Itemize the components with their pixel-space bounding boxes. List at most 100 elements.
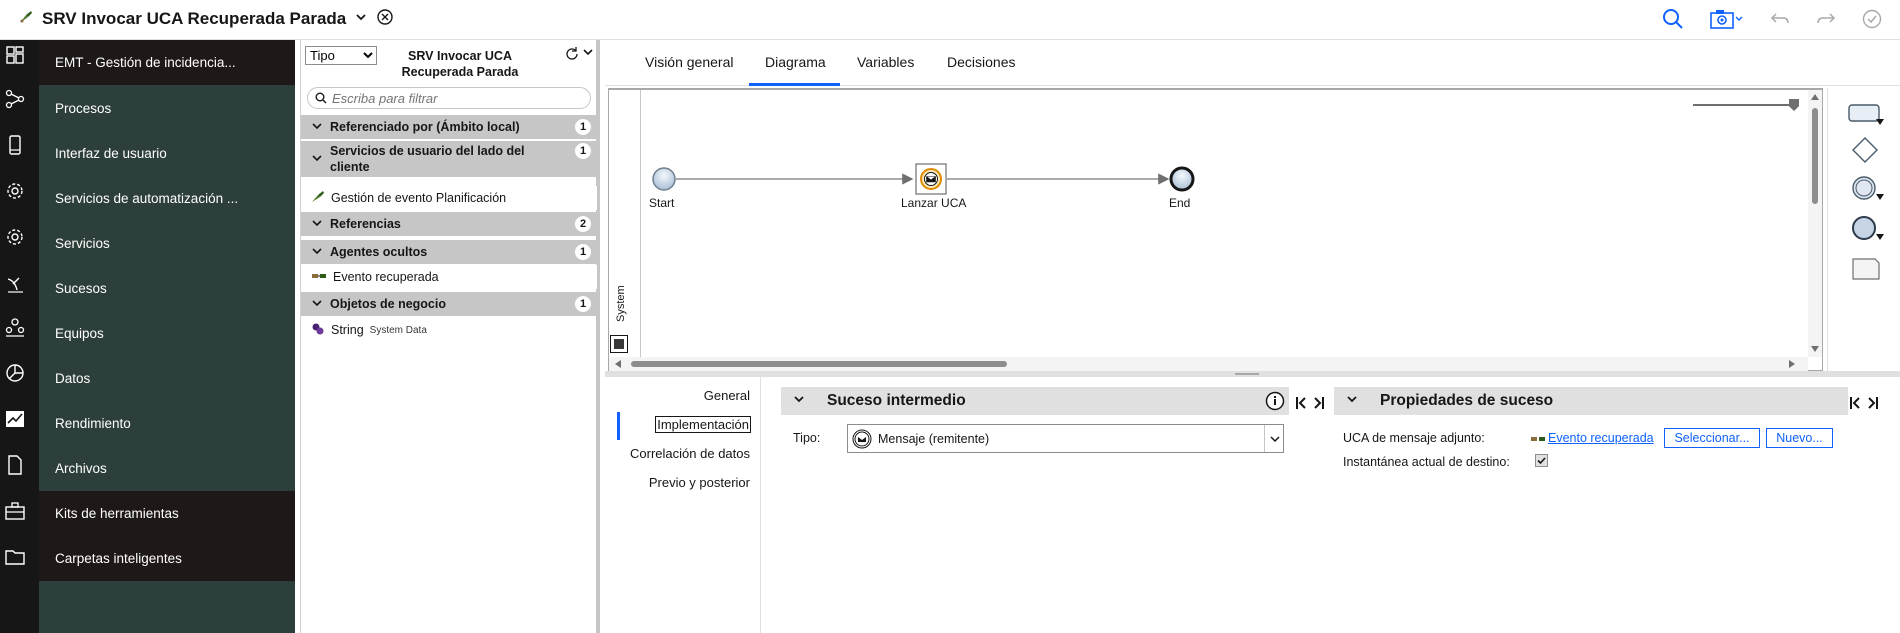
data-pie-icon[interactable]	[4, 362, 26, 384]
scroll-left-arrow[interactable]	[615, 360, 621, 368]
count-badge: 2	[575, 216, 591, 232]
nav-item-label: Sucesos	[55, 281, 107, 296]
library-panel: Tipo SRV Invocar UCA Recuperada Parada R…	[300, 40, 600, 633]
intermediate-event-header[interactable]: Suceso intermedio	[781, 387, 1289, 415]
panel-splitter[interactable]	[605, 371, 1900, 377]
chevron-down-icon	[311, 245, 323, 260]
ptab-previo[interactable]: Previo y posterior	[649, 475, 750, 490]
gateway-shape-icon[interactable]	[1851, 136, 1879, 167]
nav-item-equipos[interactable]: Equipos	[39, 311, 295, 356]
scroll-right-arrow[interactable]	[1789, 360, 1795, 368]
scroll-up-arrow[interactable]	[1811, 94, 1819, 100]
nav-item-carpetas[interactable]: Carpetas inteligentes	[39, 536, 295, 581]
nav-item-datos[interactable]: Datos	[39, 356, 295, 401]
end-event-shape-icon[interactable]	[1850, 216, 1886, 247]
horizontal-scroll-thumb[interactable]	[631, 361, 1007, 367]
close-icon[interactable]	[376, 8, 394, 29]
process-icon[interactable]	[4, 88, 26, 110]
undo-icon[interactable]	[1770, 10, 1790, 31]
section-referencias[interactable]: Referencias 2	[301, 212, 597, 236]
search-icon[interactable]	[1662, 8, 1684, 33]
checkmark-icon[interactable]	[1862, 9, 1882, 32]
section-servicios-cliente[interactable]: Servicios de usuario del lado del client…	[301, 141, 597, 177]
ptab-implementacion[interactable]: Implementación	[655, 416, 751, 433]
intermediate-event-shape-icon[interactable]	[1850, 176, 1886, 207]
snapshot-label: Instantánea actual de destino:	[1343, 455, 1510, 469]
library-header: Tipo SRV Invocar UCA Recuperada Parada	[301, 40, 597, 80]
ptab-general[interactable]: General	[704, 388, 750, 403]
list-item[interactable]: Evento recuperada	[301, 265, 597, 289]
nav-item-servicios[interactable]: Servicios	[39, 221, 295, 266]
chevron-down-icon[interactable]	[582, 46, 594, 61]
start-event-node[interactable]	[652, 167, 676, 191]
ptab-correlacion[interactable]: Correlación de datos	[630, 446, 750, 461]
file-icon[interactable]	[4, 454, 26, 476]
snapshot-checkbox[interactable]	[1535, 454, 1548, 467]
nav-item-label: Datos	[55, 371, 91, 386]
filter-input[interactable]	[332, 90, 582, 106]
horizontal-scrollbar[interactable]	[609, 357, 1808, 371]
scroll-down-arrow[interactable]	[1811, 346, 1819, 352]
services-gear-icon[interactable]	[4, 226, 26, 248]
nav-item-rendimiento[interactable]: Rendimiento	[39, 401, 295, 446]
nav-footer	[39, 581, 295, 633]
nav-item-label: Procesos	[55, 101, 112, 116]
tab-diagrama[interactable]: Diagrama	[765, 54, 826, 70]
nav-item-archivos[interactable]: Archivos	[39, 446, 295, 491]
section-agentes[interactable]: Agentes ocultos 1	[301, 240, 597, 264]
active-ptab-indicator	[617, 412, 620, 440]
dashboard-icon[interactable]	[4, 44, 26, 66]
refresh-icon[interactable]	[565, 46, 579, 63]
end-event-node[interactable]	[1169, 166, 1195, 192]
new-button[interactable]: Nuevo...	[1766, 428, 1833, 448]
tab-decisiones[interactable]: Decisiones	[947, 54, 1015, 70]
type-select[interactable]: Tipo	[305, 46, 377, 65]
collapse-panel-icon[interactable]	[1295, 395, 1325, 414]
folder-icon[interactable]	[4, 546, 26, 568]
note-shape-icon[interactable]	[1852, 258, 1880, 283]
snapshot-icon[interactable]	[1710, 9, 1744, 32]
performance-chart-icon[interactable]	[4, 408, 26, 430]
active-tab-indicator	[749, 83, 840, 86]
type-dropdown[interactable]: Mensaje (remitente)	[847, 424, 1284, 453]
nav-item-label: Archivos	[55, 461, 107, 476]
automation-gear-icon[interactable]	[4, 180, 26, 202]
chevron-down-icon[interactable]	[354, 10, 368, 27]
agent-icon	[1530, 432, 1546, 447]
toolkit-icon[interactable]	[4, 500, 26, 522]
nav-item-automatizacion[interactable]: Servicios de automatización ...	[39, 176, 295, 221]
vertical-scrollbar[interactable]	[1808, 90, 1822, 357]
main-area: Visión general Diagrama Variables Decisi…	[605, 40, 1900, 633]
uca-link[interactable]: Evento recuperada	[1548, 431, 1654, 445]
nav-item-interfaz[interactable]: Interfaz de usuario	[39, 131, 295, 176]
splitter-grip[interactable]	[1235, 373, 1259, 375]
event-properties-header[interactable]: Propiedades de suceso	[1334, 387, 1848, 415]
mobile-icon[interactable]	[4, 134, 26, 156]
select-button[interactable]: Seleccionar...	[1664, 428, 1760, 448]
nav-item-project[interactable]: EMT - Gestión de incidencia...	[39, 40, 295, 85]
section-referenciado[interactable]: Referenciado por (Ámbito local) 1	[301, 115, 597, 139]
list-item[interactable]: String System Data	[301, 318, 597, 342]
vertical-scroll-thumb[interactable]	[1812, 108, 1818, 204]
teams-icon[interactable]	[4, 316, 26, 338]
events-satellite-icon[interactable]	[4, 272, 26, 294]
nav-item-kits[interactable]: Kits de herramientas	[39, 491, 295, 536]
redo-icon[interactable]	[1816, 10, 1836, 31]
section-label: Referenciado por (Ámbito local)	[330, 120, 520, 134]
chevron-down-icon	[1269, 433, 1281, 448]
filter-field[interactable]	[307, 87, 591, 109]
end-label: End	[1169, 196, 1191, 210]
nav-item-sucesos[interactable]: Sucesos	[39, 266, 295, 311]
list-item[interactable]: Gestión de evento Planificación	[301, 186, 597, 210]
collapse-panel-icon[interactable]	[1849, 395, 1879, 414]
zoom-slider[interactable]	[1693, 104, 1797, 106]
tab-vision-general[interactable]: Visión general	[645, 54, 733, 70]
tab-variables[interactable]: Variables	[857, 54, 914, 70]
info-icon[interactable]	[1265, 391, 1285, 416]
activity-shape-icon[interactable]	[1848, 104, 1884, 129]
nav-item-procesos[interactable]: Procesos	[39, 86, 295, 131]
section-objetos[interactable]: Objetos de negocio 1	[301, 292, 597, 316]
toolbar	[1662, 8, 1882, 33]
diagram-canvas[interactable]: System Start Lanzar UCA End	[608, 88, 1823, 371]
title-area: SRV Invocar UCA Recuperada Parada	[18, 8, 394, 29]
